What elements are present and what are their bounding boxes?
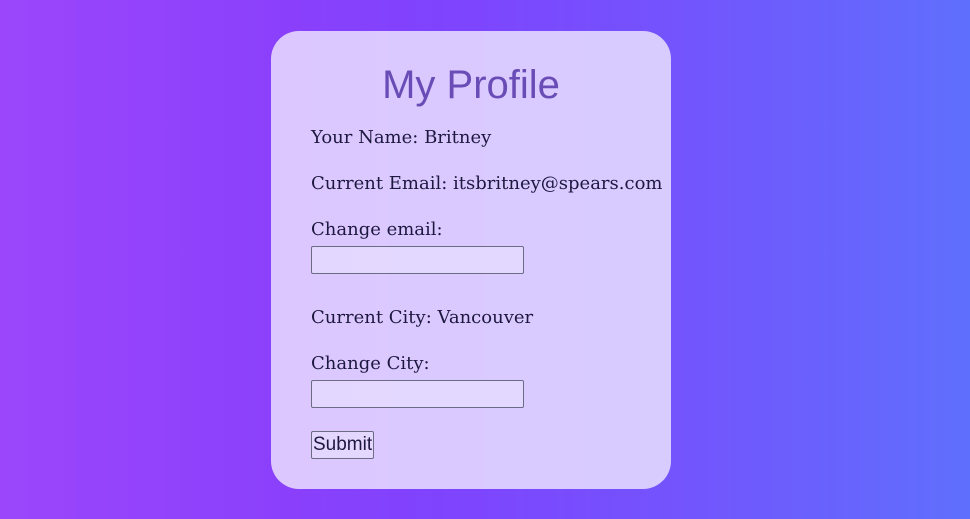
- email-label: Current Email:: [311, 173, 448, 194]
- change-email-label: Change email:: [311, 219, 443, 240]
- page-title: My Profile: [382, 63, 560, 107]
- name-label: Your Name:: [311, 127, 419, 148]
- change-email-input[interactable]: [311, 246, 524, 274]
- city-label: Current City:: [311, 307, 432, 328]
- submit-button[interactable]: Submit: [311, 431, 375, 459]
- city-value: Vancouver: [437, 307, 534, 328]
- city-line: Current City: Vancouver: [311, 307, 533, 329]
- change-city-label: Change City:: [311, 353, 430, 374]
- name-value: Britney: [424, 127, 492, 148]
- email-value: itsbritney@spears.com: [453, 173, 663, 194]
- change-city-input[interactable]: [311, 380, 524, 408]
- name-line: Your Name: Britney: [311, 127, 491, 149]
- profile-card: My Profile Your Name: Britney Current Em…: [271, 31, 671, 489]
- email-line: Current Email: itsbritney@spears.com: [311, 173, 662, 195]
